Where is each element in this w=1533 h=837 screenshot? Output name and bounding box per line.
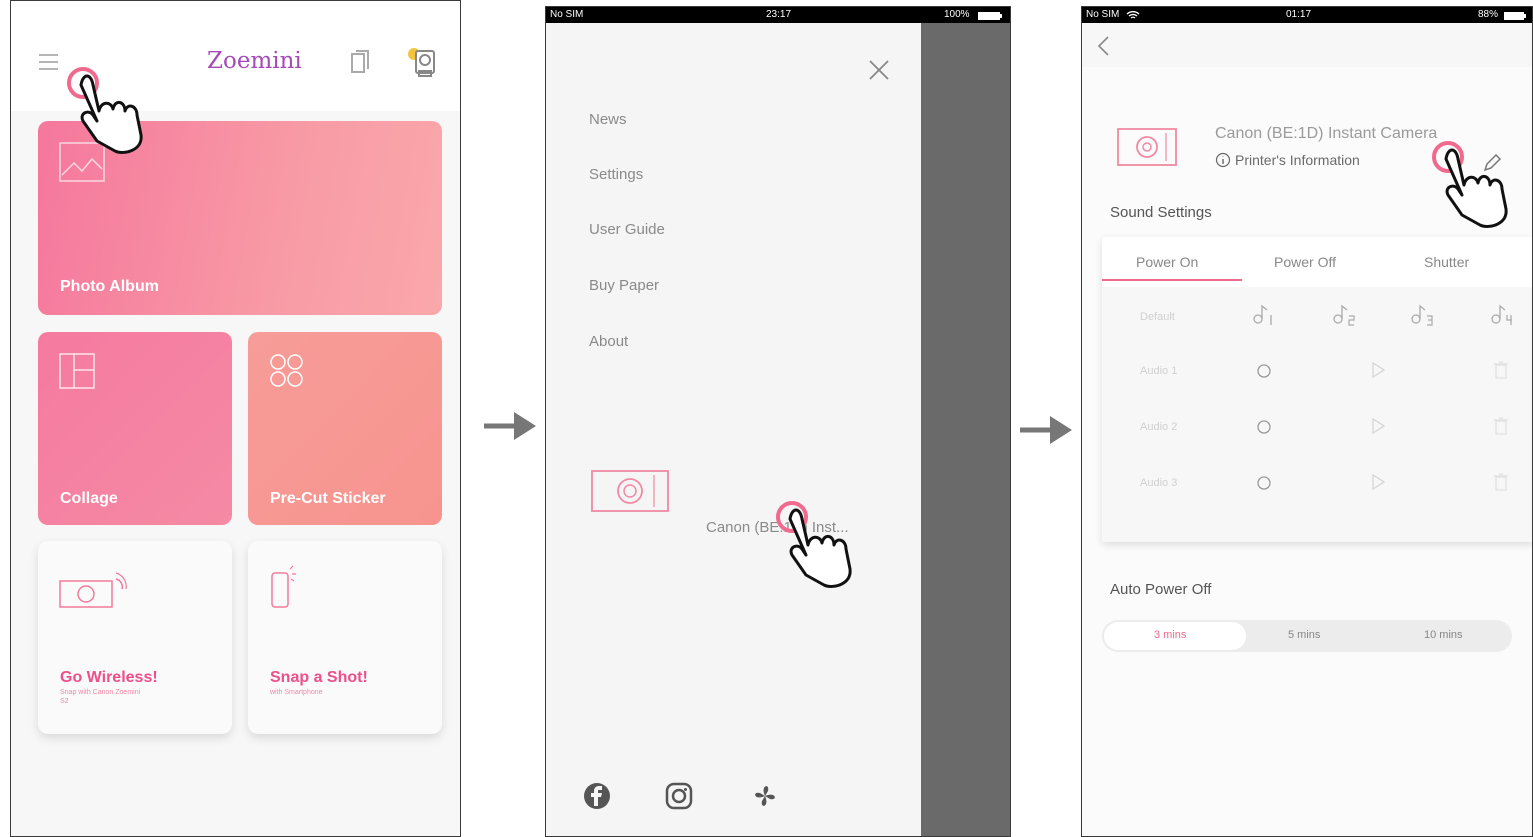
snap-a-shot-tile[interactable]: Snap a Shot! with Smartphone xyxy=(248,541,442,734)
menu-item-about[interactable]: About xyxy=(589,333,628,350)
trash-icon[interactable] xyxy=(1494,361,1508,384)
tone-4-icon[interactable] xyxy=(1490,303,1518,332)
carrier-text: No SIM xyxy=(1086,9,1120,20)
menu-icon[interactable] xyxy=(37,53,61,78)
go-wireless-tile[interactable]: Go Wireless! Snap with Canon Zoemini S2 xyxy=(38,541,232,734)
sticker-circles-icon xyxy=(268,352,308,397)
menu-item-buy-paper[interactable]: Buy Paper xyxy=(589,277,659,294)
tab-shutter[interactable]: Shutter xyxy=(1424,254,1469,270)
arrow-right-icon xyxy=(484,408,540,449)
printer-icon[interactable] xyxy=(405,45,439,84)
home-screen: Zoemini Photo Album Collage Pre-Cut Stic… xyxy=(10,0,461,837)
camera-device-icon xyxy=(1116,125,1180,174)
tap-hand-icon xyxy=(63,63,173,163)
menu-item-user-guide[interactable]: User Guide xyxy=(589,221,665,238)
arrow-right-icon xyxy=(1020,412,1076,453)
clock-text: 23:17 xyxy=(766,9,792,20)
stage: Zoemini Photo Album Collage Pre-Cut Stic… xyxy=(0,0,1533,837)
record-icon[interactable] xyxy=(1256,475,1272,496)
battery-text: 100% xyxy=(944,9,970,20)
photo-album-label: Photo Album xyxy=(60,278,159,295)
go-wireless-title: Go Wireless! xyxy=(60,669,158,686)
tap-hand-icon xyxy=(772,497,882,597)
printer-info-link[interactable]: Printer's Information xyxy=(1235,152,1360,168)
tab-power-on[interactable]: Power On xyxy=(1136,254,1198,270)
pinwheel-icon[interactable] xyxy=(750,781,780,816)
record-icon[interactable] xyxy=(1256,419,1272,440)
trash-icon[interactable] xyxy=(1494,417,1508,440)
app-title: Zoemini xyxy=(207,48,302,74)
play-icon[interactable] xyxy=(1370,473,1386,496)
tab-power-off[interactable]: Power Off xyxy=(1274,254,1336,270)
option-3-mins[interactable]: 3 mins xyxy=(1154,629,1186,641)
menu-item-settings[interactable]: Settings xyxy=(589,166,643,183)
option-10-mins[interactable]: 10 mins xyxy=(1424,629,1463,641)
row-audio1-label: Audio 1 xyxy=(1140,365,1178,377)
collage-icon xyxy=(58,352,98,397)
status-bar: No SIM 23:17 100% xyxy=(546,7,1010,23)
menu-item-news[interactable]: News xyxy=(589,111,627,128)
snap-a-shot-subtitle: with Smartphone xyxy=(270,689,323,696)
play-icon[interactable] xyxy=(1370,417,1386,440)
carrier-text: No SIM xyxy=(550,9,584,20)
clock-text: 01:17 xyxy=(1286,9,1312,20)
tap-hand-icon xyxy=(1428,137,1532,237)
row-default-label: Default xyxy=(1140,311,1175,323)
wifi-icon xyxy=(1126,10,1140,23)
facebook-icon[interactable] xyxy=(582,781,612,816)
tone-3-icon[interactable] xyxy=(1410,303,1438,332)
option-5-mins[interactable]: 5 mins xyxy=(1288,629,1320,641)
camera-device-icon[interactable] xyxy=(590,467,672,520)
smartphone-icon xyxy=(268,565,302,618)
nav-bar xyxy=(1082,23,1532,67)
wireless-camera-icon xyxy=(58,571,128,616)
pre-cut-sticker-tile[interactable]: Pre-Cut Sticker xyxy=(248,332,442,525)
snap-a-shot-title: Snap a Shot! xyxy=(270,669,368,686)
side-menu-drawer: News Settings User Guide Buy Paper About… xyxy=(546,23,921,836)
trash-icon[interactable] xyxy=(1494,473,1508,496)
battery-text: 88% xyxy=(1478,9,1499,20)
device-name: Canon (BE:1D) Instant Camera xyxy=(1215,125,1438,142)
record-icon[interactable] xyxy=(1256,363,1272,384)
menu-overlay[interactable] xyxy=(921,23,1010,836)
back-chevron-icon[interactable] xyxy=(1096,35,1110,62)
collage-tile[interactable]: Collage xyxy=(38,332,232,525)
printer-settings-screen: No SIM 01:17 88% Canon (BE:1D) Instant C… xyxy=(1081,6,1533,837)
info-icon xyxy=(1215,152,1231,173)
sound-settings-card: Power On Power Off Shutter Default Audio… xyxy=(1102,237,1532,542)
side-menu-screen: No SIM 23:17 100% News Settings User Gui… xyxy=(545,6,1011,837)
pre-cut-sticker-label: Pre-Cut Sticker xyxy=(270,490,386,507)
auto-power-off-label: Auto Power Off xyxy=(1110,581,1212,598)
play-icon[interactable] xyxy=(1370,361,1386,384)
collage-label: Collage xyxy=(60,490,118,507)
active-tab-indicator xyxy=(1102,279,1242,281)
row-audio2-label: Audio 2 xyxy=(1140,421,1178,433)
auto-power-off-selector: 3 mins 5 mins 10 mins xyxy=(1102,620,1512,652)
tone-2-icon[interactable] xyxy=(1332,303,1360,332)
sound-settings-label: Sound Settings xyxy=(1110,204,1212,221)
close-icon[interactable] xyxy=(868,59,890,86)
go-wireless-subtitle: Snap with Canon Zoemini S2 xyxy=(60,689,141,705)
sound-options-table: Default Audio 1 Audio 2 Audio 3 xyxy=(1102,287,1532,542)
row-audio3-label: Audio 3 xyxy=(1140,477,1178,489)
tone-1-icon[interactable] xyxy=(1252,303,1280,332)
instagram-icon[interactable] xyxy=(664,781,694,816)
status-bar: No SIM 01:17 88% xyxy=(1082,7,1532,23)
paper-stack-icon[interactable] xyxy=(350,50,372,81)
